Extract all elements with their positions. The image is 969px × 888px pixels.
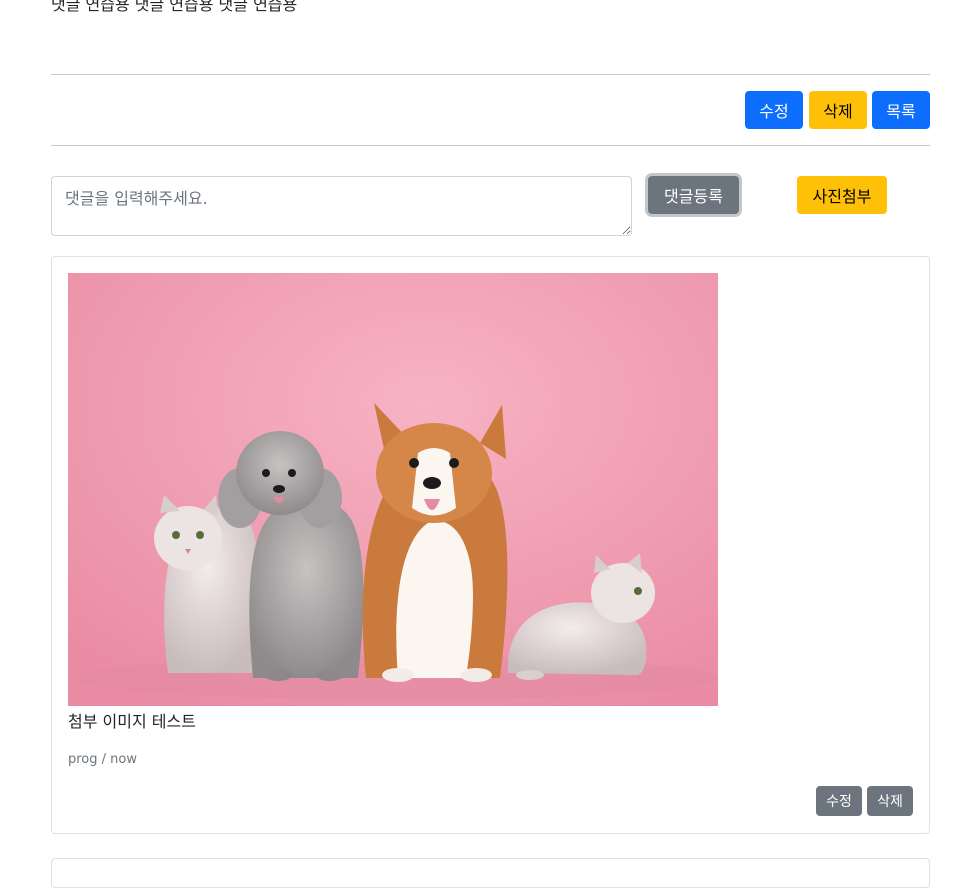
comment-edit-button[interactable]: 수정 [816,786,862,816]
comment-delete-button[interactable]: 삭제 [867,786,913,816]
corgi-shape [362,403,508,682]
post-list-button[interactable]: 목록 [872,91,930,129]
next-comment-card [51,858,930,888]
post-delete-button[interactable]: 삭제 [809,91,867,129]
top-divider [51,74,930,75]
comment-submit-button[interactable]: 댓글등록 [648,176,739,214]
comment-meta: prog / now [68,752,137,767]
comment-input[interactable] [51,176,632,236]
attach-photo-button[interactable]: 사진첨부 [797,176,887,214]
post-body-text: 댓글 연습용 댓글 연습용 댓글 연습용 [51,0,298,14]
post-edit-button[interactable]: 수정 [745,91,803,129]
comment-card: 첨부 이미지 테스트 prog / now 수정 삭제 [51,256,930,834]
comment-attached-image [68,273,718,706]
actions-divider [51,145,930,146]
comment-text: 첨부 이미지 테스트 [68,712,196,731]
